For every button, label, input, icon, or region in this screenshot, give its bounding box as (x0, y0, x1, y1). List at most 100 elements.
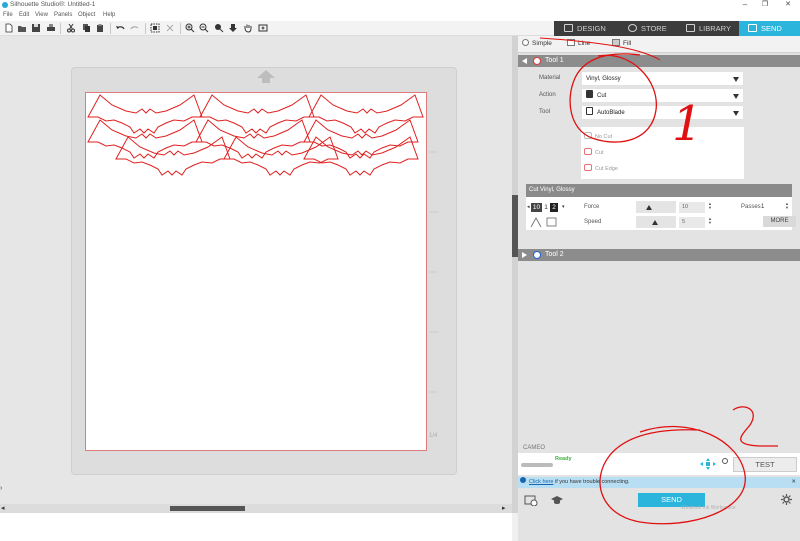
select-all-icon[interactable] (150, 23, 160, 33)
test-button[interactable]: TEST (733, 457, 797, 472)
blade-icon (586, 90, 593, 98)
new-document-icon[interactable] (4, 23, 14, 33)
tab-store[interactable]: STORE (628, 21, 684, 36)
info-icon (520, 477, 526, 483)
minimize-button[interactable]: – (735, 0, 755, 11)
passes-stepper-icon[interactable]: ▲ ▼ (785, 202, 789, 210)
mode-line[interactable]: Line (567, 39, 590, 47)
expand-triangle-icon[interactable] (522, 252, 527, 258)
move-arrows-icon[interactable] (699, 457, 717, 471)
menu-file[interactable]: File (3, 12, 13, 18)
force-slider-knob[interactable] (646, 205, 652, 210)
action-dropdown[interactable]: Cut (581, 88, 744, 103)
fit-to-page-arrow-icon[interactable] (228, 23, 238, 33)
blade-depth-digit[interactable]: 1 (543, 203, 549, 212)
toolbar-separator (180, 23, 181, 34)
tool-label: Tool (539, 109, 551, 115)
connection-info-bar: Click here if you have trouble connectin… (518, 477, 800, 488)
menu-view[interactable]: View (35, 12, 48, 18)
paste-icon[interactable] (95, 23, 105, 33)
speed-input[interactable]: 5 (679, 217, 705, 228)
material-label: Material (539, 75, 561, 81)
speed-slider-knob[interactable] (652, 220, 658, 225)
tool2-label: Tool 2 (545, 251, 564, 258)
bat-shape[interactable] (195, 119, 311, 159)
machine-settings-icon[interactable] (524, 494, 538, 506)
send-panel: Simple Line Fill Tool 1 Material Vinyl, … (518, 36, 800, 541)
cut-settings: ◂ 10 1 2 ▾ Force 10 ▲ ▼ Speed 5 ▲ ▼ Passes… (526, 197, 796, 230)
collapse-triangle-icon[interactable] (522, 58, 527, 64)
redo-icon[interactable] (130, 23, 140, 33)
cut-edge-icon (584, 164, 592, 171)
scroll-right-icon[interactable]: ▸ (502, 504, 506, 512)
close-button[interactable]: ✕ (778, 0, 798, 11)
more-button[interactable]: MORE (763, 216, 796, 227)
delete-icon[interactable] (165, 23, 175, 33)
cut-settings-header: Cut Vinyl, Glossy (526, 184, 792, 197)
cut-scissors-icon[interactable] (66, 23, 76, 33)
bat-shape[interactable] (87, 94, 203, 134)
pan-hand-icon[interactable] (243, 23, 253, 33)
title-bar: Silhouette Studio®: Untitled-1 – ❐ ✕ (0, 0, 800, 11)
send-icon (748, 24, 757, 32)
force-stepper-icon[interactable]: ▲ ▼ (708, 202, 712, 210)
open-folder-icon[interactable] (17, 23, 27, 33)
action-no-cut[interactable]: No Cut (584, 132, 612, 140)
close-icon[interactable]: ✕ (791, 477, 796, 488)
bat-shape[interactable] (87, 119, 203, 159)
action-cut[interactable]: Cut (584, 148, 604, 156)
print-icon[interactable] (46, 23, 56, 33)
menu-panels[interactable]: Panels (54, 12, 72, 18)
zoom-in-icon[interactable] (185, 23, 195, 33)
store-icon (628, 24, 637, 32)
menu-help[interactable]: Help (103, 12, 115, 18)
simple-radio-icon (522, 39, 529, 46)
passes-value[interactable]: 1 (761, 204, 764, 210)
blade-left-arrow-icon[interactable]: ◂ (527, 204, 530, 210)
menu-object[interactable]: Object (78, 12, 95, 18)
bat-shape[interactable] (303, 136, 419, 176)
tool-dropdown[interactable]: AutoBlade (581, 105, 744, 120)
menu-edit[interactable]: Edit (19, 12, 29, 18)
save-icon[interactable] (31, 23, 41, 33)
design-canvas[interactable]: 1/4 (0, 36, 512, 504)
blade-depth-digit[interactable]: 2 (550, 203, 558, 212)
app-window: Silhouette Studio®: Untitled-1 – ❐ ✕ Fil… (0, 0, 800, 541)
action-cut-edge[interactable]: Cut Edge (584, 164, 618, 172)
bat-shape[interactable] (308, 94, 424, 134)
undo-icon[interactable] (115, 23, 125, 33)
horizontal-scrollbar[interactable]: ◂ ▸ (0, 504, 512, 513)
tool2-header[interactable]: Tool 2 (518, 249, 800, 261)
speed-stepper-icon[interactable]: ▲ ▼ (708, 217, 712, 225)
tutorial-cap-icon[interactable] (550, 495, 564, 505)
tool1-header[interactable]: Tool 1 (518, 55, 800, 67)
zoom-out-icon[interactable] (199, 23, 209, 33)
blade-depth-digit[interactable]: 10 (531, 203, 542, 212)
mode-fill[interactable]: Fill (612, 39, 631, 47)
gear-icon[interactable] (781, 494, 792, 505)
material-dropdown[interactable]: Vinyl, Glossy (581, 71, 744, 86)
tab-library[interactable]: LIBRARY (686, 21, 738, 36)
tab-send[interactable]: SEND (739, 21, 800, 36)
tab-design[interactable]: DESIGN (564, 21, 618, 36)
force-input[interactable]: 10 (679, 202, 705, 213)
blade-right-arrow-icon[interactable]: ▾ (562, 204, 565, 210)
maximize-button[interactable]: ❐ (755, 0, 775, 11)
scroll-left-icon[interactable]: ◂ (1, 504, 5, 512)
zoom-fit-icon[interactable] (214, 23, 224, 33)
silhouette-logo-icon (2, 2, 8, 8)
tool-value: AutoBlade (597, 110, 625, 116)
edge-expand-icon[interactable]: › (0, 485, 5, 495)
help-link[interactable]: Click here (529, 479, 553, 485)
origin-icon[interactable] (722, 458, 728, 464)
horizontal-scroll-thumb[interactable] (170, 506, 245, 511)
mode-simple-label: Simple (532, 40, 552, 47)
design-icon (564, 24, 573, 32)
speed-slider[interactable] (636, 216, 676, 228)
force-slider[interactable] (636, 201, 676, 213)
no-cut-label: No Cut (595, 134, 613, 140)
mode-simple[interactable]: Simple (522, 39, 552, 47)
add-page-icon[interactable] (258, 23, 268, 33)
copy-icon[interactable] (81, 23, 91, 33)
bat-shape[interactable] (303, 119, 419, 159)
